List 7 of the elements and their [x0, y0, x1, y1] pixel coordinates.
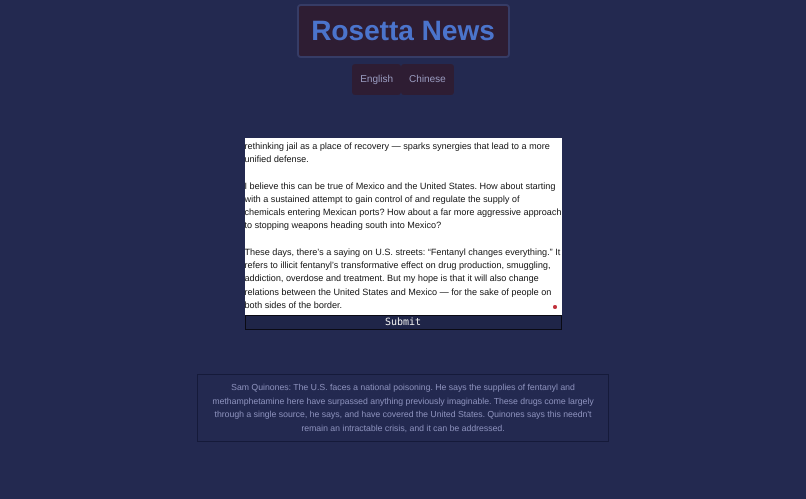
- dot-icon: [552, 305, 556, 309]
- language-button[interactable]: Chinese: [401, 64, 454, 95]
- language-button[interactable]: English: [352, 64, 402, 95]
- article-textarea[interactable]: rethinking jail as a place of recovery — sparks synergies that lead to a more unified defense. I believe this can be true of Mexico and the United States. How about starting with a sustained attempt to gain control of and regulate the supply of chemicals entering Mexican ports? How about a far more aggressive approach to stopping weapons heading south into Mexico? These days, there’s a saying on U.S. streets: “Fentanyl changes everything.” It refers to illicit fentanyl’s transformative effect on drug production, smuggling, addiction, overdose and treatment. But my hope is that it will also change relations between the United States and Mexico — for the sake of people on both sides of the border.: [244, 138, 562, 315]
- summary-text: Sam Quinones: The U.S. faces a national poisoning. He says the supplies of fentanyl and methamphetamine here have surpassed anything previously imaginable. These drugs come largely through a single source, he says, and have covered the United States. Quinones says this needn't remain an intractable crisis, and it can be addressed.: [197, 374, 609, 442]
- site-title: Rosetta News: [296, 4, 510, 58]
- submit-button[interactable]: Submit: [244, 315, 562, 330]
